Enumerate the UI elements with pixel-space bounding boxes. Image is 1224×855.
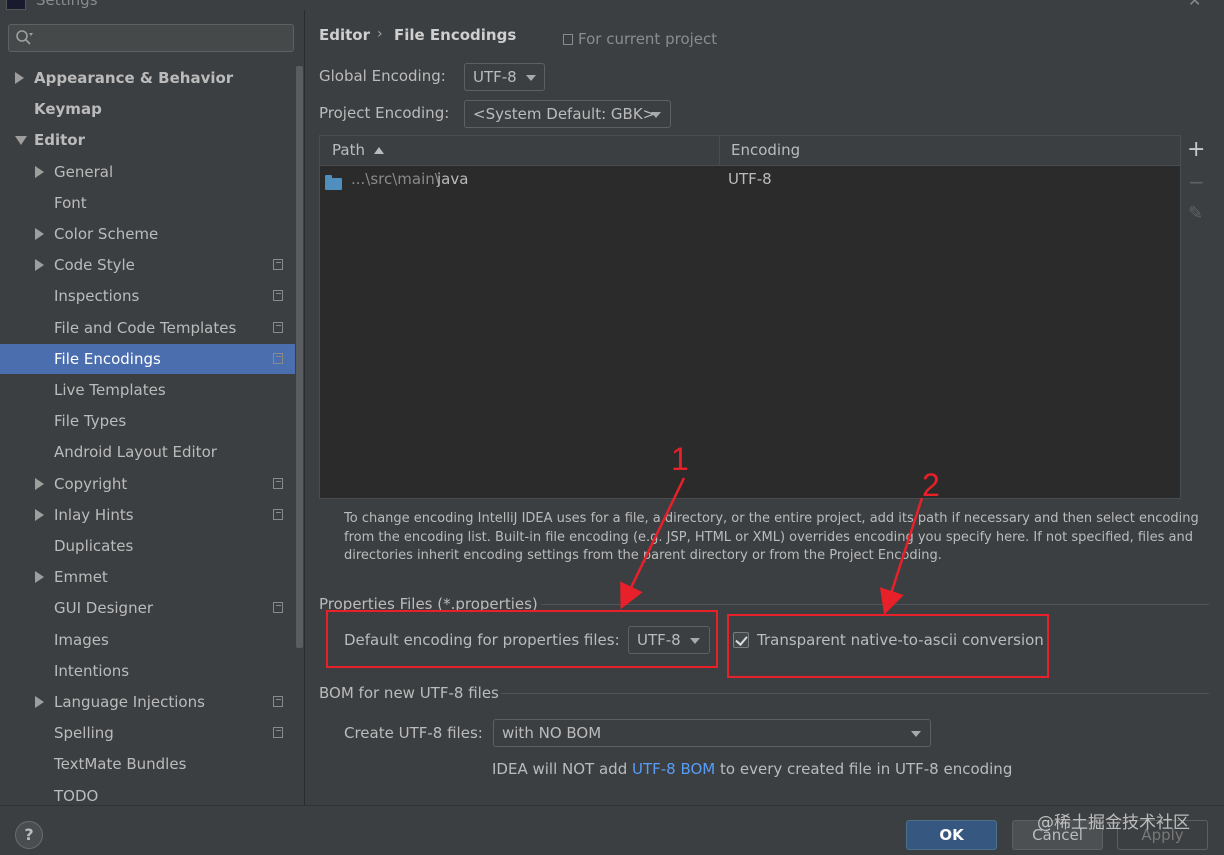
annotation-arrows — [620, 477, 924, 615]
help-button[interactable]: ? — [15, 821, 43, 849]
ok-button[interactable]: OK — [906, 820, 997, 850]
annotation-arrow-2 — [879, 497, 924, 615]
annotation-arrow-1 — [620, 477, 686, 610]
watermark: @稀土掘金技术社区 — [1037, 813, 1190, 833]
